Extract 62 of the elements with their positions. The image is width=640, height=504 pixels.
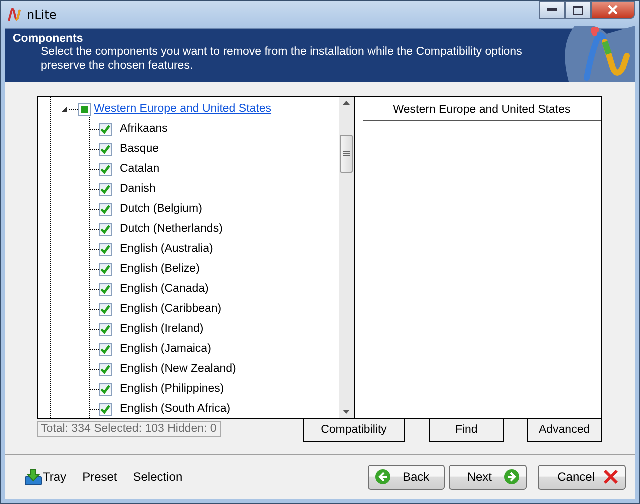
maximize-button[interactable] xyxy=(565,1,591,19)
logo-icon xyxy=(565,26,635,82)
grip-icon xyxy=(343,151,350,157)
tree-item[interactable]: English (New Zealand) xyxy=(120,363,236,375)
tree-item[interactable]: Catalan xyxy=(120,163,160,175)
tree-item[interactable]: English (Ireland) xyxy=(120,323,204,335)
checkbox[interactable] xyxy=(99,322,112,336)
nav-button[interactable]: Cancel xyxy=(538,464,626,490)
tree-item[interactable]: Dutch (Netherlands) xyxy=(120,223,223,235)
checkbox[interactable] xyxy=(99,362,112,376)
checkbox[interactable] xyxy=(99,162,112,176)
tree-item[interactable]: English (Australia) xyxy=(120,243,214,255)
checkbox[interactable] xyxy=(99,182,112,196)
minimize-button[interactable] xyxy=(539,1,565,19)
window-title: nLite xyxy=(27,8,57,22)
details-title: Western Europe and United States xyxy=(363,101,601,121)
header-title: Components xyxy=(13,33,84,45)
maximize-icon xyxy=(573,6,583,14)
scrollbar[interactable] xyxy=(339,97,354,418)
close-icon xyxy=(608,5,618,15)
nav-button[interactable]: Next xyxy=(449,464,527,490)
checkbox[interactable] xyxy=(99,122,112,136)
checkbox[interactable] xyxy=(99,342,112,356)
download-icon xyxy=(25,468,42,486)
checkbox[interactable] xyxy=(99,242,112,256)
footer-link[interactable]: Tray xyxy=(25,468,67,486)
minimize-icon xyxy=(547,8,557,12)
tree-item[interactable]: Afrikaans xyxy=(120,123,168,135)
checkbox[interactable] xyxy=(99,142,112,156)
tree-item[interactable]: Danish xyxy=(120,183,156,195)
checkbox[interactable] xyxy=(99,202,112,216)
tree-item[interactable]: English (Caribbean) xyxy=(120,303,222,315)
panel-button[interactable]: Advanced xyxy=(527,419,602,442)
checkbox[interactable] xyxy=(99,222,112,236)
nav-button[interactable]: Back xyxy=(368,464,445,490)
group-link[interactable]: Western Europe and United States xyxy=(94,103,272,115)
footer-link[interactable]: Preset xyxy=(82,470,118,484)
footer-link[interactable]: Selection xyxy=(133,470,183,484)
cancel-icon xyxy=(603,469,619,485)
expander-icon[interactable] xyxy=(62,106,67,112)
checkbox[interactable] xyxy=(99,282,112,296)
panel-button[interactable]: Compatibility xyxy=(302,419,406,442)
checkbox[interactable] xyxy=(99,302,112,316)
close-button[interactable] xyxy=(591,1,635,19)
tree-item[interactable]: English (Canada) xyxy=(120,283,209,295)
status-text: Total: 334 Selected: 103 Hidden: 0 xyxy=(37,421,221,437)
checkbox[interactable] xyxy=(99,262,112,276)
scroll-down-icon[interactable] xyxy=(343,410,350,414)
tree-item[interactable]: English (Belize) xyxy=(120,263,200,275)
tree-item[interactable]: Dutch (Belgium) xyxy=(120,203,202,215)
checkbox[interactable] xyxy=(99,402,112,416)
header-description: Select the components you want to remove from the installation while the Compatibility options preserve the chosen features. xyxy=(40,45,524,73)
tree-item[interactable]: Basque xyxy=(120,143,160,155)
tree-item[interactable]: English (Jamaica) xyxy=(120,343,212,355)
scroll-thumb[interactable] xyxy=(340,135,353,173)
tree-item[interactable]: English (South Africa) xyxy=(120,403,231,415)
tree-item[interactable]: English (Philippines) xyxy=(120,383,224,395)
scroll-up-icon[interactable] xyxy=(343,101,350,105)
logo-icon xyxy=(7,6,23,22)
checkbox[interactable] xyxy=(99,382,112,396)
panel-button[interactable]: Find xyxy=(429,419,504,442)
checkbox[interactable] xyxy=(78,102,91,116)
